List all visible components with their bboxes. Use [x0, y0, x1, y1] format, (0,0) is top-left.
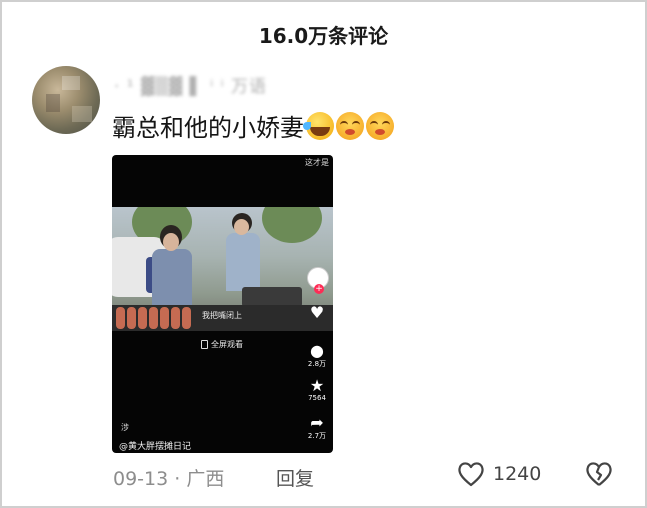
username[interactable]: · ¹ ▓▒▓ ▌ ⁱ ⁱ 万语: [114, 72, 267, 97]
comment-body: 霸总和他的小娇妻: [112, 114, 304, 142]
video-top-caption: 这才是: [305, 158, 329, 167]
comment-bubble-icon: ●: [310, 341, 324, 360]
author-avatar-follow[interactable]: [307, 267, 329, 294]
comment-location: 广西: [186, 468, 225, 490]
blush-emoji-icon: [366, 111, 394, 140]
video-star-button[interactable]: ★ 7564: [306, 376, 328, 403]
comment-text: 霸总和他的小娇妻: [112, 108, 394, 143]
comment-meta: 09-13 · 广西: [113, 464, 224, 491]
like-count: 1240: [493, 463, 542, 485]
fullscreen-button[interactable]: 全屏观看: [201, 339, 243, 350]
video-small-text: 涉: [121, 423, 129, 432]
video-subtitle: 我把嘴闭上: [202, 311, 242, 320]
blush-emoji-icon: [336, 111, 364, 140]
video-star-count: 7564: [308, 394, 326, 402]
video-share-count: 2.7万: [307, 432, 327, 440]
reply-button[interactable]: 回复: [276, 464, 314, 491]
video-comment-button[interactable]: ● 2.8万: [306, 343, 328, 369]
broken-heart-icon: [586, 462, 612, 486]
comment-date: 09-13: [113, 468, 169, 490]
video-like-button[interactable]: ♥: [306, 305, 328, 321]
share-arrow-icon: ➦: [310, 413, 324, 432]
avatar[interactable]: [32, 66, 100, 134]
video-share-button[interactable]: ➦ 2.7万: [306, 415, 328, 441]
laugh-crying-emoji-icon: [303, 111, 334, 140]
comment-card: 16.0万条评论 · ¹ ▓▒▓ ▌ ⁱ ⁱ 万语 霸总和他的小娇妻 这才是 +…: [0, 0, 647, 508]
comments-count-title: 16.0万条评论: [258, 24, 389, 48]
like-button[interactable]: 1240: [457, 461, 541, 487]
video-comment-count: 2.8万: [307, 360, 327, 368]
fullscreen-label: 全屏观看: [211, 340, 243, 349]
video-thumbnail[interactable]: 这才是 我把嘴闭上 全屏观看 ♥ ●: [112, 155, 333, 453]
star-icon: ★: [309, 376, 325, 395]
video-account-name[interactable]: @黄大胖摆摊日记: [119, 439, 191, 452]
meta-separator: ·: [174, 468, 181, 490]
fullscreen-icon: [201, 340, 208, 349]
heart-outline-icon: [458, 462, 484, 487]
heart-icon: ♥: [309, 303, 325, 322]
dislike-button[interactable]: [585, 461, 613, 491]
